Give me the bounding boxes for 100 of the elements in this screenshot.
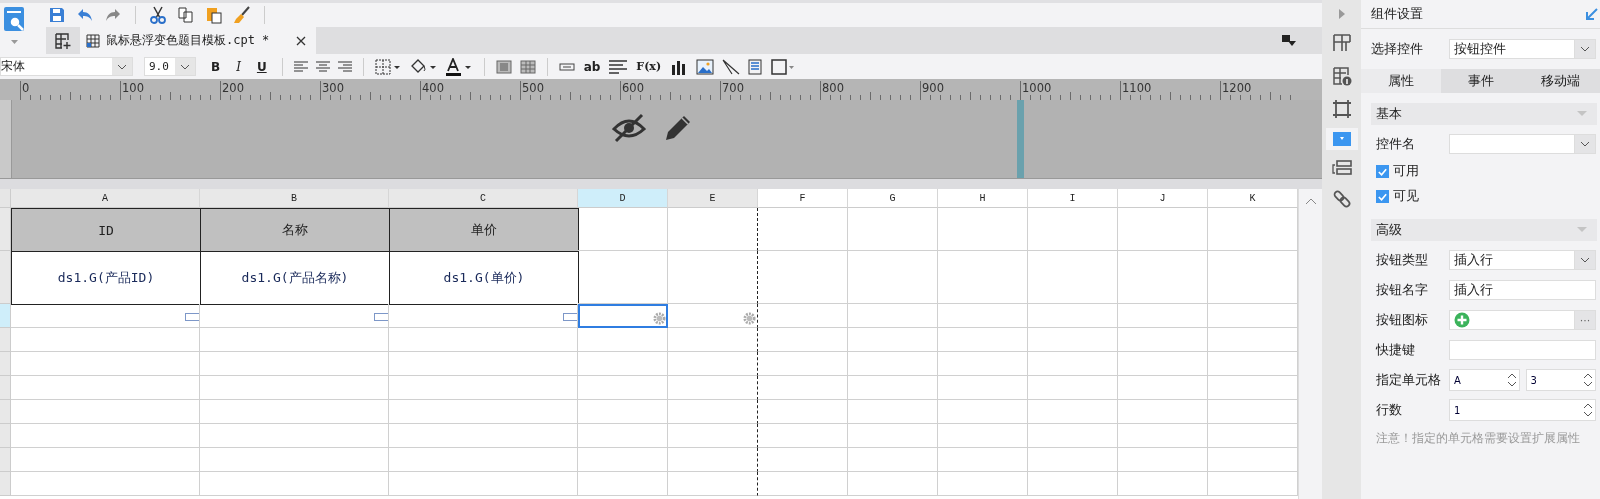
document-tab[interactable]: 鼠标悬浮变色题目模板.cpt * (80, 27, 316, 54)
header-cell[interactable]: 单价 (389, 208, 579, 252)
chevron-down-icon[interactable] (1580, 46, 1590, 52)
checkbox[interactable] (1376, 190, 1389, 203)
align-icon[interactable] (293, 60, 308, 73)
caret-icon[interactable] (10, 40, 18, 44)
size-select[interactable]: 9.0 (144, 57, 196, 76)
form-icon[interactable] (1331, 159, 1352, 177)
text-button[interactable]: ab (582, 59, 602, 74)
scrollbar[interactable] (1298, 189, 1322, 499)
style-button[interactable]: U (252, 59, 271, 74)
align-icon[interactable] (315, 60, 330, 73)
eye-slash-icon[interactable] (612, 113, 646, 143)
section-header[interactable]: 高级 (1371, 219, 1597, 241)
style-button[interactable]: I (232, 59, 245, 74)
column-header[interactable]: E (668, 189, 758, 208)
formula-button[interactable]: F(x) (635, 60, 663, 73)
save-icon[interactable] (48, 6, 66, 24)
paste-icon[interactable] (205, 6, 223, 24)
chevron-down-icon[interactable] (180, 63, 190, 70)
column-header[interactable]: C (389, 189, 578, 208)
row-header[interactable] (0, 472, 11, 496)
frame-icon[interactable] (1331, 99, 1352, 119)
menu-icon[interactable] (1282, 34, 1296, 47)
scroll-up-icon[interactable] (1304, 197, 1317, 205)
column-header[interactable]: J (1118, 189, 1208, 208)
formula-cell[interactable]: ds1.G(单价) (389, 251, 579, 305)
row-header[interactable] (0, 424, 11, 448)
collapse-arrow-icon[interactable] (1337, 8, 1346, 20)
icon-picker[interactable]: ··· (1449, 310, 1596, 330)
chevron-down-icon[interactable] (1580, 141, 1590, 147)
document-icon[interactable] (748, 58, 763, 75)
header-cell[interactable]: ID (11, 208, 201, 252)
caret-icon[interactable] (1577, 227, 1587, 233)
frame-icon[interactable] (770, 57, 795, 76)
image-icon[interactable] (696, 58, 715, 75)
align-icon[interactable] (337, 60, 352, 73)
panel-tab[interactable]: 属性 (1361, 69, 1441, 93)
column-header[interactable]: A (11, 189, 200, 208)
checkbox[interactable] (1376, 165, 1389, 178)
row-header[interactable] (0, 328, 11, 352)
table-cell[interactable] (668, 424, 758, 448)
table-cell[interactable] (668, 328, 758, 352)
table-cell[interactable] (668, 251, 758, 304)
gear-icon[interactable] (743, 312, 756, 325)
row-header[interactable] (0, 304, 11, 328)
column-header[interactable]: F (758, 189, 848, 208)
caret-icon[interactable] (1577, 111, 1587, 117)
select-field[interactable]: 插入行 (1449, 250, 1596, 270)
copy-icon[interactable] (177, 6, 195, 24)
gear-icon[interactable] (653, 312, 666, 325)
chevron-down-icon[interactable] (1580, 257, 1590, 263)
column-header[interactable]: K (1208, 189, 1298, 208)
table-cell[interactable] (668, 400, 758, 424)
table-cell[interactable] (668, 208, 758, 251)
input-field[interactable]: 插入行 (1449, 280, 1596, 300)
row-header[interactable] (0, 352, 11, 376)
arrow-icon[interactable] (1586, 8, 1598, 20)
spinner-field[interactable]: 1 (1449, 399, 1596, 421)
cell-properties-icon[interactable] (1331, 33, 1352, 53)
spinner-arrows-icon[interactable] (1506, 371, 1517, 389)
merge-cells-icon[interactable] (495, 59, 512, 74)
slash-line-icon[interactable] (722, 58, 741, 75)
page-boundary-bar[interactable] (1017, 100, 1024, 178)
font-color-icon[interactable] (444, 57, 473, 76)
column-header[interactable]: I (1028, 189, 1118, 208)
cell-info-icon[interactable] (1331, 66, 1352, 86)
row-header[interactable] (0, 208, 11, 251)
dropdown-widget-icon[interactable] (1332, 132, 1351, 146)
style-button[interactable]: B (207, 59, 225, 74)
spinner-field[interactable]: 3 (1525, 369, 1596, 391)
control-select[interactable]: 按钮控件 (1449, 39, 1596, 59)
formula-cell[interactable]: ds1.G(产品ID) (11, 251, 201, 305)
split-cells-icon[interactable] (519, 59, 536, 74)
text-field-icon[interactable] (558, 62, 575, 71)
row-header[interactable] (0, 251, 11, 304)
font-select[interactable]: 宋体 (0, 57, 133, 76)
table-cell[interactable] (668, 448, 758, 472)
table-cell[interactable] (668, 304, 758, 328)
select-field[interactable] (1449, 134, 1596, 154)
input-field[interactable] (1449, 340, 1596, 360)
sheet-corner[interactable] (0, 189, 11, 208)
new-sheet-icon[interactable] (54, 31, 72, 50)
column-header[interactable]: D (578, 189, 668, 208)
brush-icon[interactable] (233, 6, 251, 24)
spinner-arrows-icon[interactable] (1583, 371, 1593, 389)
border-icon[interactable] (374, 58, 401, 75)
row-header[interactable] (0, 376, 11, 400)
column-header[interactable]: B (200, 189, 389, 208)
chevron-down-icon[interactable] (117, 63, 127, 70)
close-icon[interactable] (296, 35, 306, 46)
column-header[interactable]: G (848, 189, 938, 208)
spinner-arrows-icon[interactable] (1583, 401, 1593, 419)
link-icon[interactable] (1332, 190, 1351, 208)
table-cell[interactable] (668, 472, 758, 496)
report-logo-icon[interactable] (2, 6, 26, 32)
table-cell[interactable] (668, 352, 758, 376)
scissors-icon[interactable] (149, 6, 167, 24)
paragraph-icon[interactable] (609, 59, 628, 74)
header-cell[interactable]: 名称 (200, 208, 390, 252)
